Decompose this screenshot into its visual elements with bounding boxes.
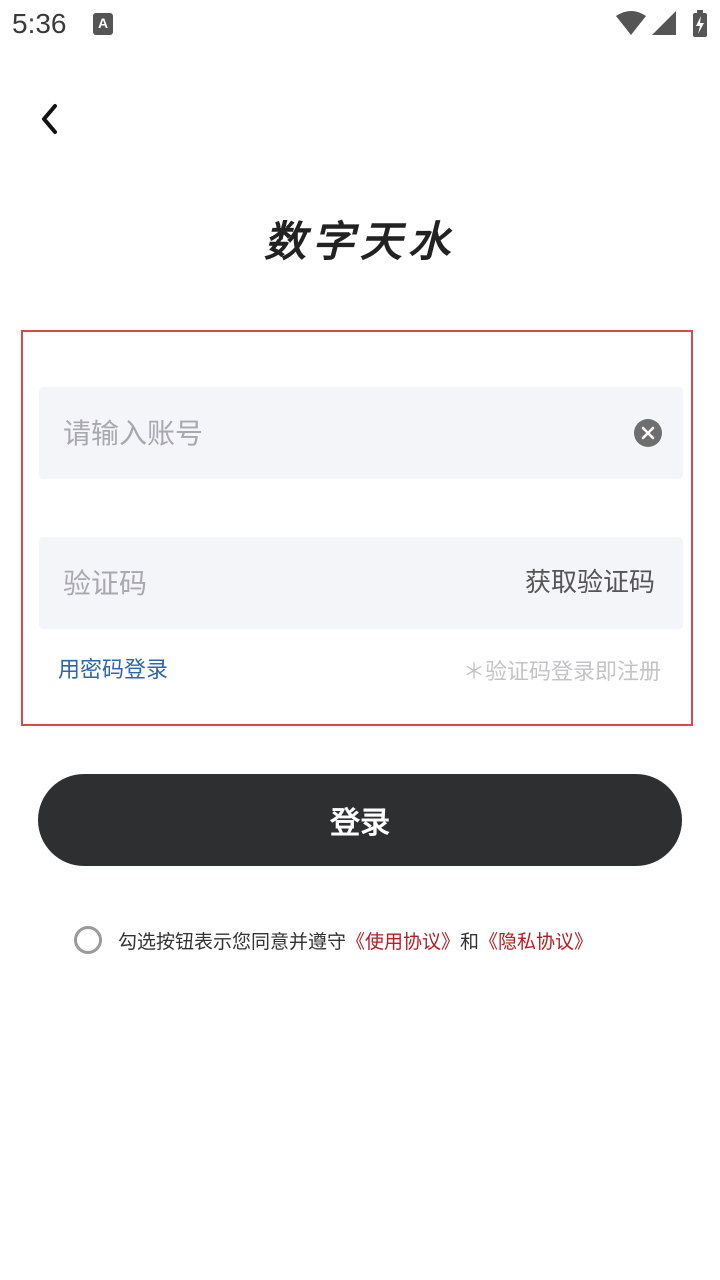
app-logo: 数字天水 bbox=[263, 217, 456, 266]
agreement-conjunction: 和 bbox=[460, 930, 480, 953]
password-login-link[interactable]: 用密码登录 bbox=[58, 652, 168, 684]
back-button[interactable] bbox=[26, 96, 72, 142]
agreement-prefix: 勾选按钮表示您同意并遵守 bbox=[118, 930, 347, 953]
agree-radio[interactable] bbox=[74, 926, 102, 954]
battery-icon bbox=[693, 10, 707, 37]
signal-icon bbox=[652, 11, 676, 35]
agreement-text: 勾选按钮表示您同意并遵守《使用协议》和《隐私协议》 bbox=[118, 927, 593, 954]
agreement-row: 勾选按钮表示您同意并遵守《使用协议》和《隐私协议》 bbox=[74, 922, 593, 958]
privacy-link[interactable]: 《隐私协议》 bbox=[479, 931, 593, 953]
account-input[interactable] bbox=[63, 387, 503, 479]
status-bar: 5:36 A bbox=[0, 0, 720, 50]
register-hint: ＊验证码登录即注册 bbox=[462, 660, 661, 685]
clear-button[interactable] bbox=[634, 419, 662, 447]
login-screen: 5:36 A 数字天水 请输入账号 验证码 获取验证码 用密码登录 ＊验证码登录… bbox=[0, 0, 720, 1280]
chevron-left-icon bbox=[42, 104, 57, 134]
terms-link[interactable]: 《使用协议》 bbox=[346, 931, 460, 953]
close-icon bbox=[641, 426, 655, 440]
get-code-button[interactable]: 获取验证码 bbox=[525, 537, 655, 629]
notification-icon: A bbox=[93, 13, 113, 35]
login-button[interactable]: 登录 bbox=[38, 774, 682, 866]
wifi-icon bbox=[616, 11, 646, 35]
account-field bbox=[39, 387, 683, 479]
login-form: 获取验证码 用密码登录 ＊验证码登录即注册 bbox=[21, 330, 693, 726]
code-field: 获取验证码 bbox=[39, 537, 683, 629]
code-input[interactable] bbox=[63, 537, 503, 629]
status-time: 5:36 bbox=[12, 8, 67, 39]
